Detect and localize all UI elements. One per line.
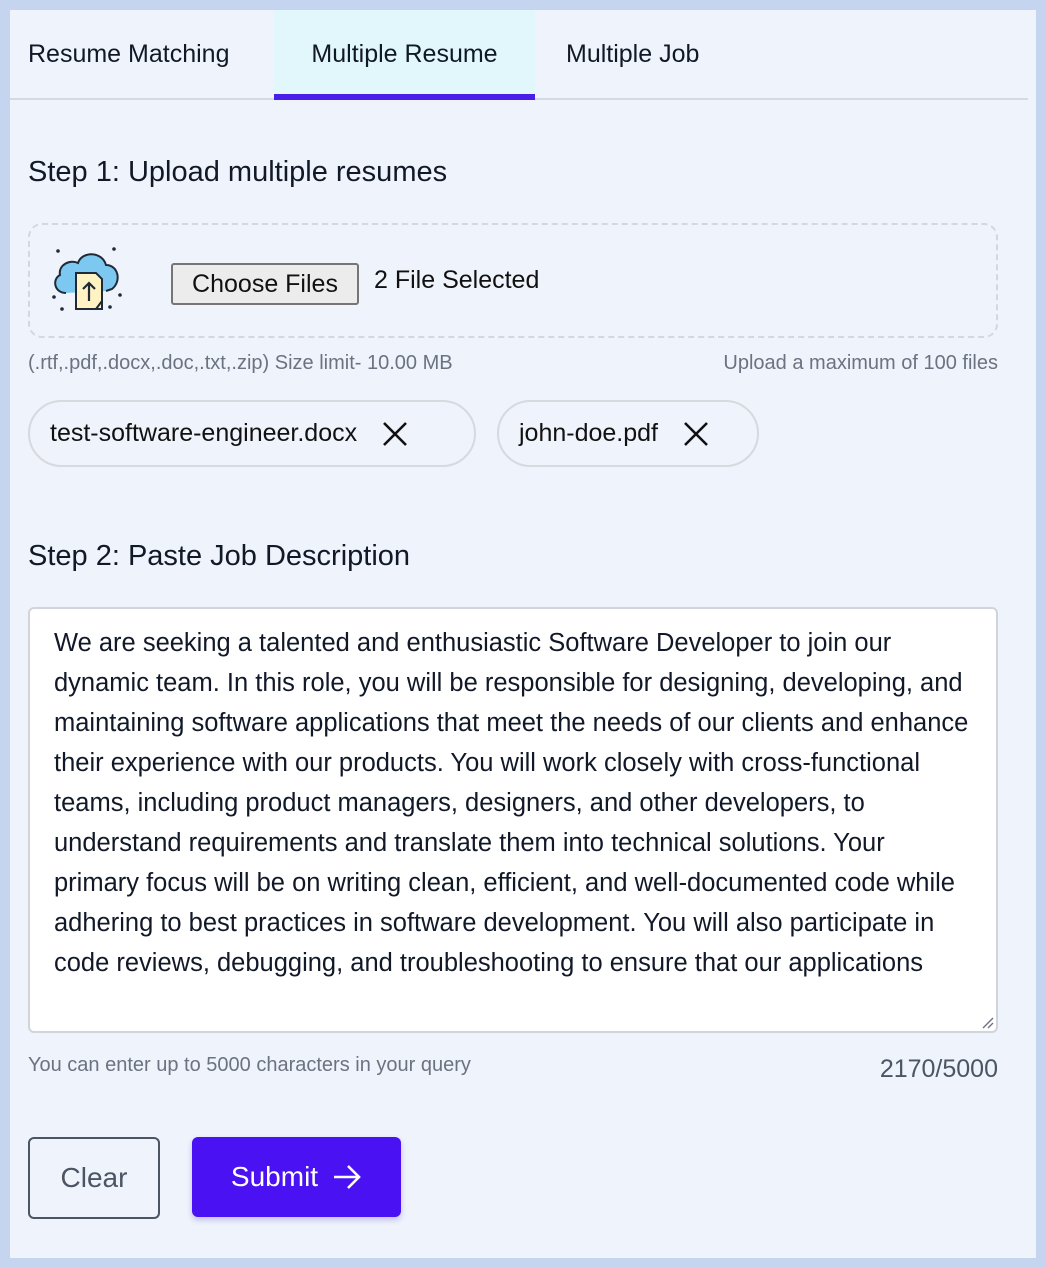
tab-resume-matching[interactable]: Resume Matching bbox=[10, 10, 274, 98]
remove-file-icon[interactable] bbox=[682, 420, 710, 448]
tab-multiple-resume[interactable]: Multiple Resume bbox=[274, 10, 535, 100]
file-formats-hint: (.rtf,.pdf,.docx,.doc,.txt,.zip) Size li… bbox=[28, 352, 453, 374]
job-description-text[interactable]: We are seeking a talented and enthusiast… bbox=[54, 623, 974, 983]
file-chip-name: test-software-engineer.docx bbox=[50, 419, 358, 447]
max-files-hint: Upload a maximum of 100 files bbox=[723, 352, 998, 374]
submit-label: Submit bbox=[230, 1161, 319, 1192]
character-counter: 2170/5000 bbox=[879, 1055, 998, 1083]
clear-button[interactable]: Clear bbox=[28, 1137, 160, 1219]
file-chip: test-software-engineer.docx bbox=[28, 400, 476, 467]
remove-file-icon[interactable] bbox=[381, 420, 409, 448]
job-description-textarea[interactable]: We are seeking a talented and enthusiast… bbox=[28, 607, 998, 1033]
file-selected-status: 2 File Selected bbox=[374, 266, 540, 294]
resize-handle-icon[interactable] bbox=[980, 1015, 994, 1029]
step1-title: Step 1: Upload multiple resumes bbox=[28, 156, 448, 188]
submit-button[interactable]: Submit bbox=[192, 1137, 401, 1217]
arrow-right-icon bbox=[334, 1165, 361, 1189]
cloud-upload-icon bbox=[52, 247, 122, 311]
tab-multiple-job[interactable]: Multiple Job bbox=[535, 10, 729, 98]
choose-files-button[interactable]: Choose Files bbox=[171, 263, 359, 305]
character-limit-hint: You can enter up to 5000 characters in y… bbox=[28, 1054, 471, 1076]
step2-title: Step 2: Paste Job Description bbox=[28, 540, 411, 572]
file-chip-name: john-doe.pdf bbox=[519, 419, 659, 447]
tab-bar: Resume Matching Multiple Resume Multiple… bbox=[10, 10, 1028, 100]
file-dropzone[interactable]: Choose Files 2 File Selected bbox=[28, 223, 998, 338]
file-chip: john-doe.pdf bbox=[497, 400, 759, 467]
matcher-panel: Resume Matching Multiple Resume Multiple… bbox=[10, 10, 1036, 1258]
